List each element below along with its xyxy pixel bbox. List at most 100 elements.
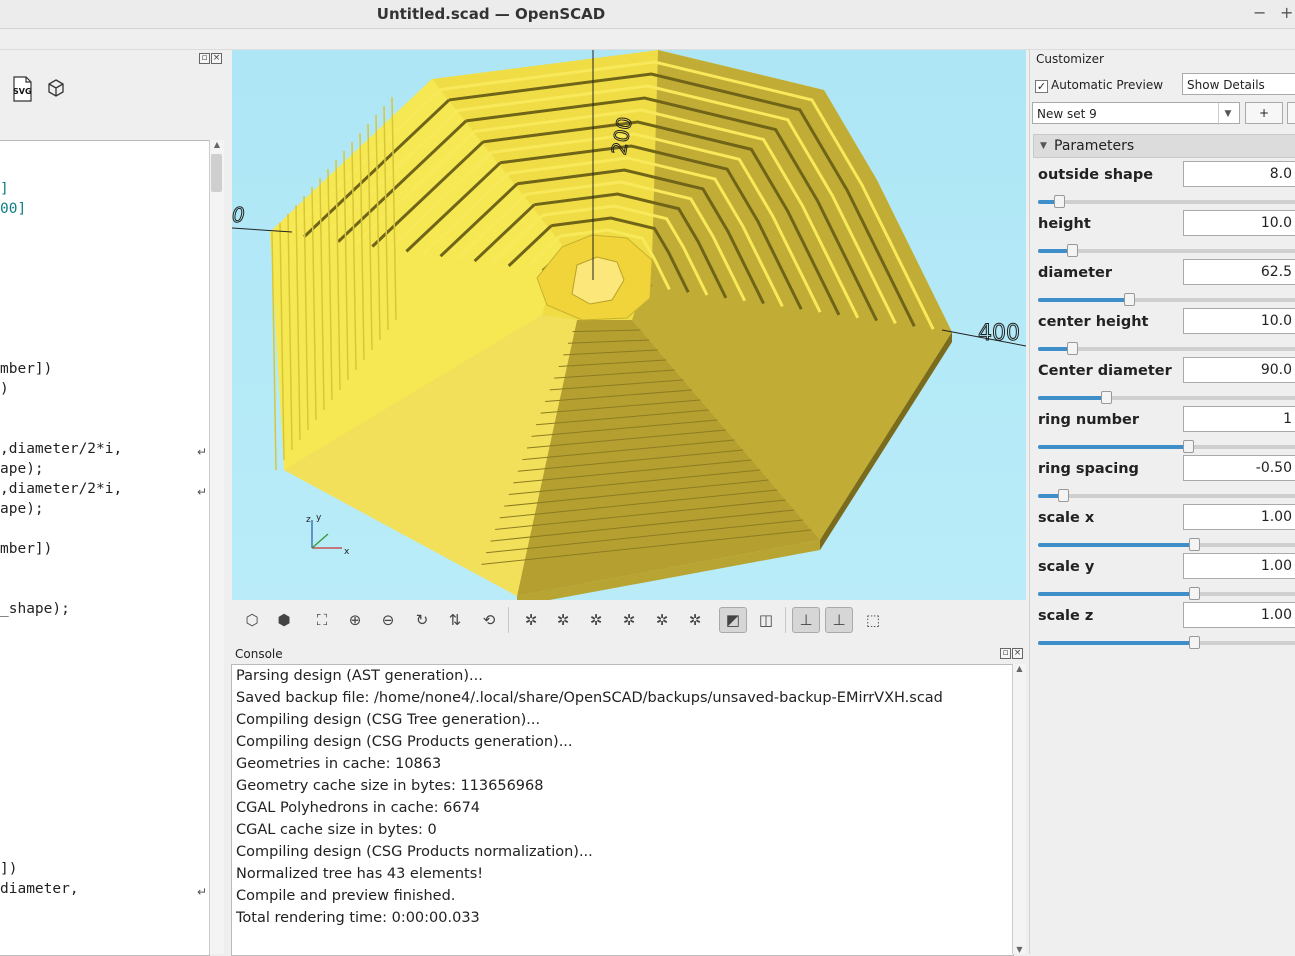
param-slider[interactable] <box>1038 587 1295 600</box>
title-bar: Untitled.scad — OpenSCAD − + <box>0 0 1295 29</box>
editor-scroll-thumb[interactable] <box>211 154 222 192</box>
zoom-in-icon[interactable]: ⊕ <box>342 607 368 633</box>
slider-handle[interactable] <box>1066 244 1078 257</box>
minimize-button[interactable]: − <box>1253 3 1266 22</box>
slider-handle[interactable] <box>1100 391 1112 404</box>
slider-fill <box>1038 543 1195 547</box>
param-label: scale y <box>1038 559 1095 575</box>
svg-label: SVG <box>13 87 32 96</box>
param-slider[interactable] <box>1038 391 1295 404</box>
param-value-input[interactable]: 1.00 <box>1183 504 1295 530</box>
export-svg-icon[interactable]: SVG <box>11 76 33 102</box>
chevron-down-icon: ▼ <box>1218 103 1237 125</box>
param-slider[interactable] <box>1038 440 1295 453</box>
editor-dock-controls: ▫ × <box>198 53 222 64</box>
param-label: ring spacing <box>1038 461 1139 477</box>
slider-handle[interactable] <box>1053 195 1065 208</box>
console-line: Compile and preview finished. <box>236 888 456 904</box>
view-bottom-icon[interactable]: ✲ <box>682 607 708 633</box>
zoom-out-icon[interactable]: ⊖ <box>375 607 401 633</box>
view-left-icon[interactable]: ✲ <box>550 607 576 633</box>
view-back-icon[interactable]: ✲ <box>616 607 642 633</box>
customizer-title: Customizer <box>1036 52 1104 66</box>
console-output[interactable]: Parsing design (AST generation)... Saved… <box>231 664 1014 956</box>
param-value-input[interactable]: 1.00 <box>1183 553 1295 579</box>
editor-toolbar: ▫ × SVG <box>0 50 228 138</box>
wrap-indicator-icon: ↵ <box>197 485 208 499</box>
details-select[interactable]: Show Details <box>1182 73 1295 95</box>
param-value-input[interactable]: -0.50 <box>1183 455 1295 481</box>
slider-handle[interactable] <box>1189 587 1201 600</box>
view-front-icon[interactable]: ✲ <box>583 607 609 633</box>
param-label: ring number <box>1038 412 1139 428</box>
param-value-input[interactable]: 90.0 <box>1183 357 1295 383</box>
view-top-bottom-icon[interactable]: ⇅ <box>442 607 468 633</box>
close-icon[interactable]: × <box>1012 648 1023 659</box>
parameters-section-header[interactable]: ▼ Parameters <box>1033 134 1295 158</box>
scroll-down-icon[interactable]: ▼ <box>1013 945 1026 954</box>
perspective-icon[interactable]: ◩ <box>719 607 747 633</box>
param-value-input[interactable]: 10.0 <box>1183 210 1295 236</box>
orthogonal-icon[interactable]: ◫ <box>753 607 779 633</box>
slider-handle[interactable] <box>1189 538 1201 551</box>
float-icon[interactable]: ▫ <box>199 53 210 64</box>
param-slider[interactable] <box>1038 244 1295 257</box>
code-line: 00] <box>0 201 27 217</box>
scroll-up-icon[interactable]: ▲ <box>210 140 224 149</box>
slider-handle[interactable] <box>1066 342 1078 355</box>
param-value-input[interactable]: 62.5 <box>1183 259 1295 285</box>
float-icon[interactable]: ▫ <box>1000 648 1011 659</box>
slider-handle[interactable] <box>1057 489 1069 502</box>
3d-viewport[interactable]: 200 0 400 x z y <box>232 50 1026 600</box>
render-icon[interactable]: ⬢ <box>271 607 297 633</box>
editor-scrollbar[interactable]: ▲ <box>209 140 224 954</box>
slider-handle[interactable] <box>1183 440 1195 453</box>
export-stl-icon[interactable] <box>46 78 66 102</box>
param-label: diameter <box>1038 265 1112 281</box>
view-diagonal-icon[interactable]: ⟲ <box>476 607 502 633</box>
param-slider[interactable] <box>1038 489 1295 502</box>
view-all-icon[interactable]: ⛶ <box>309 607 335 633</box>
preset-select-value: New set 9 <box>1037 107 1097 121</box>
automatic-preview-checkbox[interactable]: ✓ <box>1035 80 1048 93</box>
preset-select[interactable]: New set 9 ▼ <box>1032 102 1240 125</box>
svg-text:x: x <box>344 547 350 557</box>
code-line: ape); <box>0 461 44 477</box>
slider-handle[interactable] <box>1189 636 1201 649</box>
param-value-input[interactable]: 8.0 <box>1183 161 1295 187</box>
code-line: _shape); <box>0 601 70 617</box>
param-slider[interactable] <box>1038 538 1295 551</box>
console-line: Normalized tree has 43 elements! <box>236 866 484 882</box>
param-slider[interactable] <box>1038 195 1295 208</box>
param-slider[interactable] <box>1038 293 1295 306</box>
show-scale-icon[interactable]: ⊥ <box>825 607 853 633</box>
param-value-input[interactable]: 1 <box>1183 406 1295 432</box>
code-line: ape); <box>0 501 44 517</box>
scroll-up-icon[interactable]: ▲ <box>1013 664 1026 673</box>
code-line: ,diameter/2*i, <box>0 481 123 497</box>
view-right-icon[interactable]: ✲ <box>518 607 544 633</box>
code-line: ] <box>0 181 9 197</box>
preview-icon[interactable]: ⬡ <box>239 607 265 633</box>
slider-fill <box>1038 445 1189 449</box>
close-icon[interactable]: × <box>211 53 222 64</box>
view-top-icon[interactable]: ✲ <box>649 607 675 633</box>
show-edges-icon[interactable]: ⬚ <box>860 607 886 633</box>
maximize-button[interactable]: + <box>1280 3 1293 22</box>
view-toolbar: ⬡ ⬢ ⛶ ⊕ ⊖ ↻ ⇅ ⟲ ✲ ✲ ✲ ✲ ✲ ✲ ◩ ◫ ⊥ ⊥ ⬚ <box>232 601 1026 639</box>
reset-view-icon[interactable]: ↻ <box>409 607 435 633</box>
slider-handle[interactable] <box>1123 293 1135 306</box>
remove-preset-button[interactable] <box>1287 102 1295 124</box>
slider-fill <box>1038 298 1129 302</box>
param-value-input[interactable]: 10.0 <box>1183 308 1295 334</box>
console-scrollbar[interactable]: ▲ ▼ <box>1012 664 1026 954</box>
console-line: Compiling design (CSG Products generatio… <box>236 734 573 750</box>
svg-text:y: y <box>316 513 322 523</box>
param-slider[interactable] <box>1038 636 1295 649</box>
param-slider[interactable] <box>1038 342 1295 355</box>
param-value-input[interactable]: 1.00 <box>1183 602 1295 628</box>
show-axes-icon[interactable]: ⊥ <box>792 607 820 633</box>
console-line: CGAL Polyhedrons in cache: 6674 <box>236 800 481 816</box>
code-editor[interactable]: ] 00] mber]) ) ,diameter/2*i, ape); ,dia… <box>0 140 210 956</box>
add-preset-button[interactable]: + <box>1245 102 1283 124</box>
